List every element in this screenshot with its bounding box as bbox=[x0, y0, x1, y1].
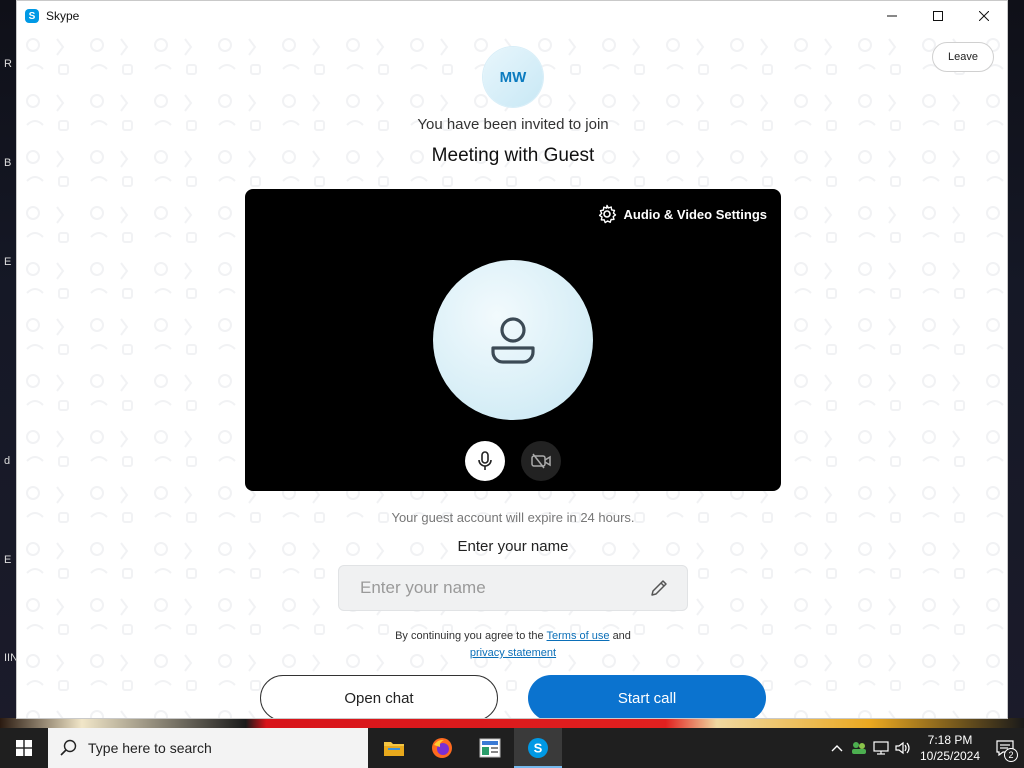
tray-expand-button[interactable] bbox=[826, 728, 848, 768]
clock-date: 10/25/2024 bbox=[919, 749, 981, 763]
notification-center-button[interactable]: 2 bbox=[986, 728, 1024, 768]
audio-video-settings-button[interactable]: Audio & Video Settings bbox=[597, 204, 768, 224]
name-label: Enter your name bbox=[457, 538, 569, 555]
gear-icon bbox=[598, 204, 616, 224]
chevron-up-icon bbox=[831, 745, 843, 752]
taskbar-news-app[interactable] bbox=[466, 728, 514, 768]
host-avatar: MW bbox=[483, 47, 543, 107]
guest-expiry-notice: Your guest account will expire in 24 hou… bbox=[391, 510, 635, 525]
terms-notice: By continuing you agree to the Terms of … bbox=[17, 628, 1007, 662]
open-chat-button[interactable]: Open chat bbox=[260, 675, 498, 718]
title-bar[interactable]: S Skype bbox=[17, 1, 1007, 31]
camera-off-icon bbox=[531, 453, 551, 469]
system-tray: 7:18 PM 10/25/2024 2 bbox=[826, 728, 1024, 768]
start-call-button[interactable]: Start call bbox=[528, 675, 766, 718]
minimize-button[interactable] bbox=[869, 1, 915, 31]
windows-logo-icon bbox=[16, 740, 32, 756]
skype-window: S Skype Leave MW You have been invited t… bbox=[16, 0, 1008, 719]
tray-people-button[interactable] bbox=[848, 728, 870, 768]
search-placeholder: Type here to search bbox=[88, 740, 212, 756]
close-button[interactable] bbox=[961, 1, 1007, 31]
taskbar-firefox[interactable] bbox=[418, 728, 466, 768]
video-preview: Audio & Video Settings bbox=[245, 189, 781, 491]
window-controls bbox=[869, 1, 1007, 31]
desktop-edge-label: E bbox=[4, 256, 12, 268]
meeting-title: Meeting with Guest bbox=[431, 145, 595, 166]
terms-of-use-link[interactable]: Terms of use bbox=[547, 630, 610, 642]
taskbar-clock[interactable]: 7:18 PM 10/25/2024 bbox=[914, 732, 986, 764]
desktop-edge-label: E bbox=[4, 554, 12, 566]
window-title: Skype bbox=[46, 9, 80, 23]
camera-toggle[interactable] bbox=[521, 441, 561, 481]
people-icon bbox=[852, 742, 866, 754]
microphone-toggle[interactable] bbox=[465, 441, 505, 481]
minimize-icon bbox=[887, 15, 897, 17]
privacy-statement-link[interactable]: privacy statement bbox=[470, 647, 556, 659]
microphone-icon bbox=[478, 451, 492, 470]
network-icon bbox=[873, 741, 889, 755]
volume-icon bbox=[895, 741, 910, 755]
firefox-icon bbox=[432, 738, 452, 758]
news-app-icon bbox=[479, 738, 501, 758]
taskbar-file-explorer[interactable] bbox=[370, 728, 418, 768]
svg-text:S: S bbox=[534, 741, 543, 756]
network-button[interactable] bbox=[870, 728, 892, 768]
taskbar: Type here to search S 7:18 PM 10/25/2024… bbox=[0, 728, 1024, 768]
audio-video-settings-label: Audio & Video Settings bbox=[623, 206, 768, 222]
file-explorer-icon bbox=[384, 742, 404, 756]
invite-text: You have been invited to join bbox=[417, 116, 609, 133]
name-field-container bbox=[338, 565, 688, 611]
close-icon bbox=[979, 11, 989, 21]
taskbar-skype[interactable]: S bbox=[514, 728, 562, 768]
skype-icon: S bbox=[25, 9, 39, 23]
name-input[interactable] bbox=[339, 566, 639, 610]
self-video-avatar bbox=[433, 260, 593, 420]
volume-button[interactable] bbox=[892, 728, 914, 768]
terms-and: and bbox=[612, 630, 631, 642]
pencil-icon bbox=[651, 580, 667, 596]
maximize-icon bbox=[933, 11, 943, 21]
search-icon bbox=[60, 739, 77, 756]
desktop-edge-label: B bbox=[4, 157, 12, 169]
notification-count-badge: 2 bbox=[1004, 748, 1018, 762]
taskbar-search[interactable]: Type here to search bbox=[48, 728, 368, 768]
leave-button[interactable]: Leave bbox=[932, 42, 994, 72]
desktop-edge-label: R bbox=[4, 58, 12, 70]
clock-time: 7:18 PM bbox=[927, 733, 973, 747]
terms-prefix: By continuing you agree to the bbox=[395, 630, 544, 642]
skype-icon: S bbox=[528, 738, 548, 758]
maximize-button[interactable] bbox=[915, 1, 961, 31]
desktop-edge-label: d bbox=[4, 455, 11, 467]
start-button[interactable] bbox=[0, 728, 48, 768]
person-icon bbox=[491, 317, 535, 364]
